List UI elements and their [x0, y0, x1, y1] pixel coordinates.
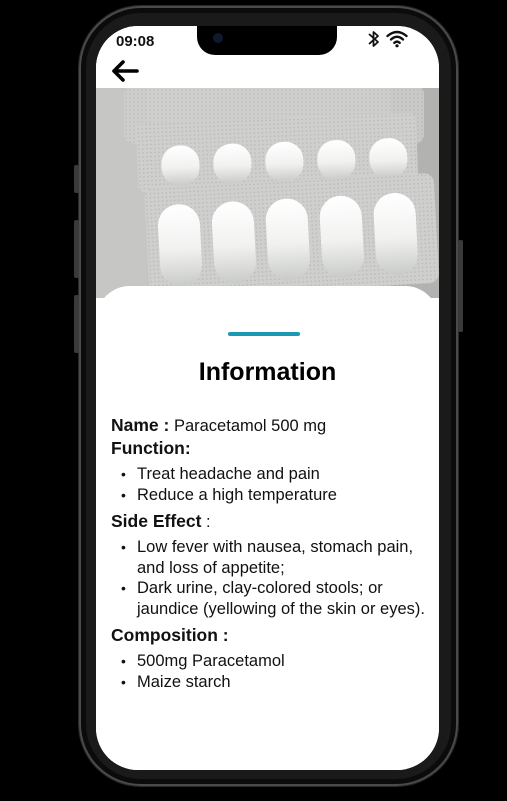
- list-item: Treat headache and pain: [111, 464, 436, 485]
- list-item: Low fever with nausea, stomach pain, and…: [111, 537, 436, 578]
- silent-switch: [74, 165, 79, 193]
- info-content: Name : Paracetamol 500 mg Function: Trea…: [111, 414, 436, 696]
- drag-handle[interactable]: [228, 332, 300, 336]
- side-effect-label: Side Effect: [111, 511, 202, 531]
- info-sheet: Information Name : Paracetamol 500 mg Fu…: [96, 286, 439, 770]
- side-effect-colon: :: [201, 513, 211, 531]
- arrow-left-icon[interactable]: [110, 58, 140, 84]
- app-header: [96, 56, 439, 88]
- wifi-icon: [386, 30, 408, 48]
- front-camera: [213, 33, 223, 43]
- function-row: Function:: [111, 437, 436, 460]
- function-list: Treat headache and pain Reduce a high te…: [111, 464, 436, 505]
- status-bar: 09:08: [96, 26, 439, 56]
- name-row: Name : Paracetamol 500 mg: [111, 414, 436, 437]
- name-label: Name :: [111, 415, 170, 435]
- composition-list: 500mg Paracetamol Maize starch: [111, 651, 436, 692]
- bluetooth-icon: [368, 31, 379, 47]
- side-effect-row: Side Effect :: [111, 510, 436, 533]
- composition-label: Composition :: [111, 625, 229, 645]
- function-label: Function:: [111, 438, 191, 458]
- power-button: [458, 240, 463, 332]
- name-value: Paracetamol 500 mg: [173, 417, 327, 435]
- volume-down-button: [74, 295, 79, 353]
- side-effect-list: Low fever with nausea, stomach pain, and…: [111, 537, 436, 619]
- volume-up-button: [74, 220, 79, 278]
- list-item: Dark urine, clay-colored stools; or jaun…: [111, 578, 436, 619]
- list-item: Reduce a high temperature: [111, 485, 436, 506]
- phone-screen: 09:08 Information Name: Paracetamol 500…: [96, 26, 439, 770]
- composition-row: Composition :: [111, 624, 436, 647]
- sheet-title: Information: [198, 358, 337, 386]
- list-item: Maize starch: [111, 672, 436, 693]
- status-time: 09:08: [116, 33, 155, 50]
- list-item: 500mg Paracetamol: [111, 651, 436, 672]
- product-photo: [96, 88, 439, 298]
